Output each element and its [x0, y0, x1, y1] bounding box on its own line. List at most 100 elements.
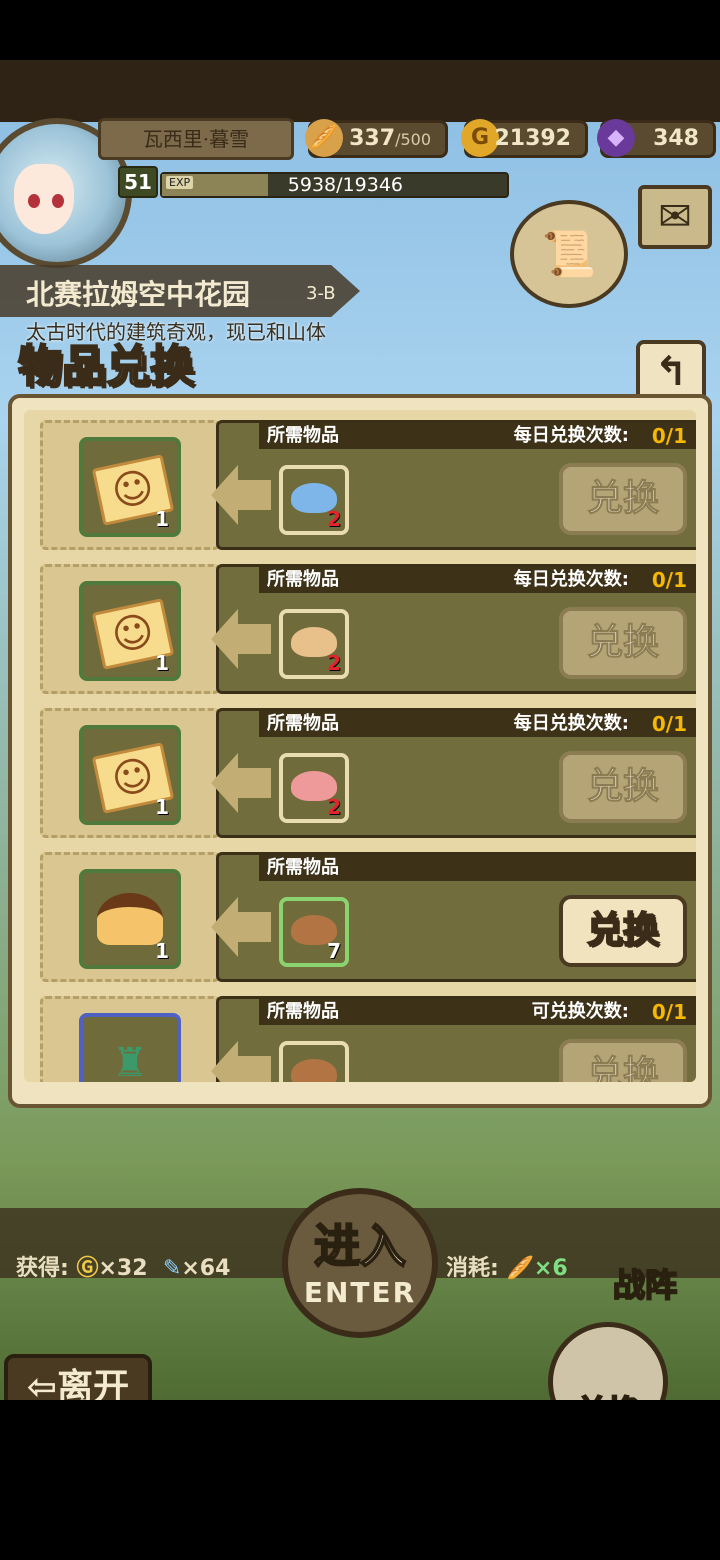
formation-button[interactable]: 战阵 [590, 1260, 700, 1308]
enter-label-en: ENTER [303, 1276, 417, 1309]
top-bar [0, 60, 720, 122]
exchange-row: ☺ 1 所需物品 每日兑换次数: 0/1 2 兑换 [40, 420, 696, 552]
reward-item[interactable]: ☺ 1 [79, 437, 181, 537]
gold-coin-icon: G [461, 119, 499, 157]
exchange-count-label: 每日兑换次数: [513, 425, 629, 446]
row-header: 所需物品 每日兑换次数: 0/1 [259, 423, 696, 449]
gain-gold: ×32 [98, 1256, 148, 1281]
row-header: 所需物品 每日兑换次数: 0/1 [259, 711, 696, 737]
exp-tag: EXP [166, 176, 194, 189]
exchange-shortcut-button[interactable]: 兑换 [548, 1322, 668, 1400]
modal-title: 物品兑换 [17, 340, 195, 393]
exchange-button[interactable]: 兑换 [559, 751, 687, 823]
required-item[interactable] [279, 1041, 349, 1082]
row-header: 所需物品 可兑换次数: 0/1 [259, 999, 696, 1025]
reward-item[interactable]: 1 [79, 869, 181, 969]
reward-slot: ♜ [40, 996, 220, 1082]
exchange-panel: ☺ 1 所需物品 每日兑换次数: 0/1 2 兑换 ☺ 1 所需物品 每日兑换次… [8, 394, 712, 1108]
required-items-label: 所需物品 [267, 1001, 339, 1022]
enter-button[interactable]: 进入 ENTER [282, 1188, 438, 1338]
reward-quantity: 1 [155, 507, 169, 531]
gold-coin-icon: Ⓖ [76, 1256, 99, 1281]
requirement-slot: 所需物品 7 兑换 [211, 852, 696, 982]
exchange-button[interactable]: 兑换 [559, 607, 687, 679]
required-quantity: 2 [327, 507, 341, 531]
required-items-label: 所需物品 [267, 857, 339, 878]
mail-icon[interactable]: ✉ [638, 185, 712, 249]
required-items-label: 所需物品 [267, 569, 339, 590]
enter-label-cn: 进入 [313, 1218, 407, 1274]
gold-counter: G 21392 [461, 119, 588, 158]
bread-icon: 🥖 [506, 1256, 534, 1281]
location-title: 北赛拉姆空中花园 [26, 278, 251, 311]
arrow-left-icon [211, 897, 271, 957]
exchange-row: ♜ 所需物品 可兑换次数: 0/1 兑换 [40, 996, 696, 1082]
reward-item[interactable]: ☺ 1 [79, 725, 181, 825]
required-quantity: 2 [327, 795, 341, 819]
exchange-button[interactable]: 兑换 [559, 1039, 687, 1082]
avatar-face [14, 164, 74, 234]
exchange-count-label: 可兑换次数: [531, 1001, 629, 1022]
arrow-left-icon [211, 753, 271, 813]
row-header: 所需物品 [259, 855, 696, 881]
reward-gain: 获得: Ⓖ×32 ✎×64 [16, 1250, 230, 1282]
pudding-icon [97, 893, 163, 945]
stamina-consume: 消耗: 🥖×6 [446, 1250, 568, 1282]
stamina-max: /500 [395, 130, 431, 149]
bread-icon: 🥖 [305, 119, 343, 157]
required-item[interactable]: 2 [279, 753, 349, 823]
required-item[interactable]: 2 [279, 609, 349, 679]
required-item[interactable]: 7 [279, 897, 349, 967]
exp-value: 5938/19346 [287, 174, 403, 196]
gem-value: 348 [653, 126, 699, 151]
requirement-slot: 所需物品 每日兑换次数: 0/1 2 兑换 [211, 564, 696, 694]
consume-value: ×6 [533, 1256, 568, 1281]
requirement-slot: 所需物品 每日兑换次数: 0/1 2 兑换 [211, 420, 696, 550]
exchange-list[interactable]: ☺ 1 所需物品 每日兑换次数: 0/1 2 兑换 ☺ 1 所需物品 每日兑换次… [24, 410, 696, 1082]
gem-counter: ◆ 348 [597, 119, 716, 158]
required-item[interactable]: 2 [279, 465, 349, 535]
consume-label: 消耗: [446, 1256, 499, 1281]
requirement-slot: 所需物品 每日兑换次数: 0/1 2 兑换 [211, 708, 696, 838]
exchange-row: 1 所需物品 7 兑换 [40, 852, 696, 984]
exchange-button[interactable]: 兑换 [559, 463, 687, 535]
gem-icon: ◆ [597, 119, 635, 157]
exchange-count-label: 每日兑换次数: [513, 569, 629, 590]
exchange-button[interactable]: 兑换 [559, 895, 687, 967]
quest-scroll-icon[interactable]: 📜 [510, 200, 628, 308]
reward-item[interactable]: ♜ [79, 1013, 181, 1082]
leave-button[interactable]: ⇦离开 [4, 1354, 152, 1400]
feather-icon: ✎ [162, 1256, 182, 1281]
exchange-count-value: 0/1 [651, 1000, 687, 1024]
player-name: 瓦西里·暮雪 [98, 118, 294, 160]
exchange-count-value: 0/1 [651, 424, 687, 448]
reward-quantity: 1 [155, 651, 169, 675]
statue-icon: ♜ [112, 1040, 148, 1082]
avatar-eye-left [28, 194, 40, 208]
reward-slot: 1 [40, 852, 220, 982]
reward-item[interactable]: ☺ 1 [79, 581, 181, 681]
avatar-eye-right [52, 194, 64, 208]
reward-slot: ☺ 1 [40, 420, 220, 550]
location-banner: 北赛拉姆空中花园 3-B [0, 265, 360, 317]
requirement-slot: 所需物品 可兑换次数: 0/1 兑换 [211, 996, 696, 1082]
stamina-counter: 🥖 337/500 [305, 119, 448, 158]
reward-quantity: 1 [155, 939, 169, 963]
player-level: 51 [118, 166, 158, 198]
reward-slot: ☺ 1 [40, 708, 220, 838]
stamina-value: 337 [349, 126, 396, 151]
exchange-count-label: 每日兑换次数: [513, 713, 629, 734]
gain-label: 获得: [16, 1256, 69, 1281]
exchange-count-value: 0/1 [651, 568, 687, 592]
exchange-shortcut-label: 兑换 [553, 1387, 663, 1400]
material-blob-icon [291, 1059, 337, 1082]
required-items-label: 所需物品 [267, 425, 339, 446]
leave-label: 离开 [57, 1367, 130, 1400]
location-stage: 3-B [306, 283, 336, 304]
exchange-count-value: 0/1 [651, 712, 687, 736]
arrow-left-icon [211, 609, 271, 669]
required-items-label: 所需物品 [267, 713, 339, 734]
required-quantity: 2 [327, 651, 341, 675]
exp-bar: EXP 5938/19346 [160, 172, 509, 198]
reward-quantity: 1 [155, 795, 169, 819]
